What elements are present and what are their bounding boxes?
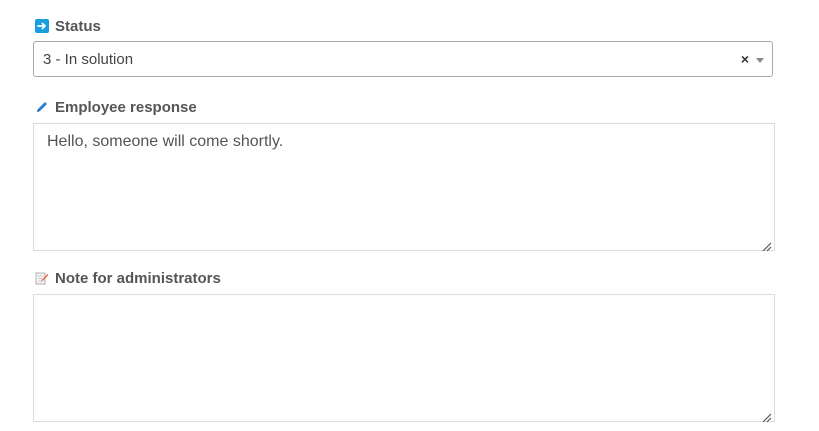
resize-handle-icon[interactable] (762, 238, 772, 252)
employee-response-label-text: Employee response (55, 98, 197, 116)
status-label: Status (35, 16, 101, 36)
resize-handle-icon[interactable] (762, 409, 772, 423)
employee-response-text: Hello, someone will come shortly. (47, 133, 284, 150)
note-edit-icon (35, 271, 49, 285)
status-label-text: Status (55, 17, 101, 35)
employee-response-label: Employee response (35, 97, 197, 117)
admin-note-label: Note for administrators (35, 268, 221, 288)
arrow-right-icon (35, 19, 49, 33)
status-selected-value: 3 - In solution (43, 50, 134, 68)
status-select[interactable]: 3 - In solution × (33, 41, 773, 77)
admin-note-textarea[interactable] (33, 294, 775, 423)
admin-note-label-text: Note for administrators (55, 269, 221, 287)
chevron-down-icon[interactable] (756, 57, 764, 63)
clear-selection-icon[interactable]: × (741, 52, 749, 66)
pencil-icon (35, 100, 49, 114)
employee-response-textarea[interactable]: Hello, someone will come shortly. (33, 123, 775, 252)
